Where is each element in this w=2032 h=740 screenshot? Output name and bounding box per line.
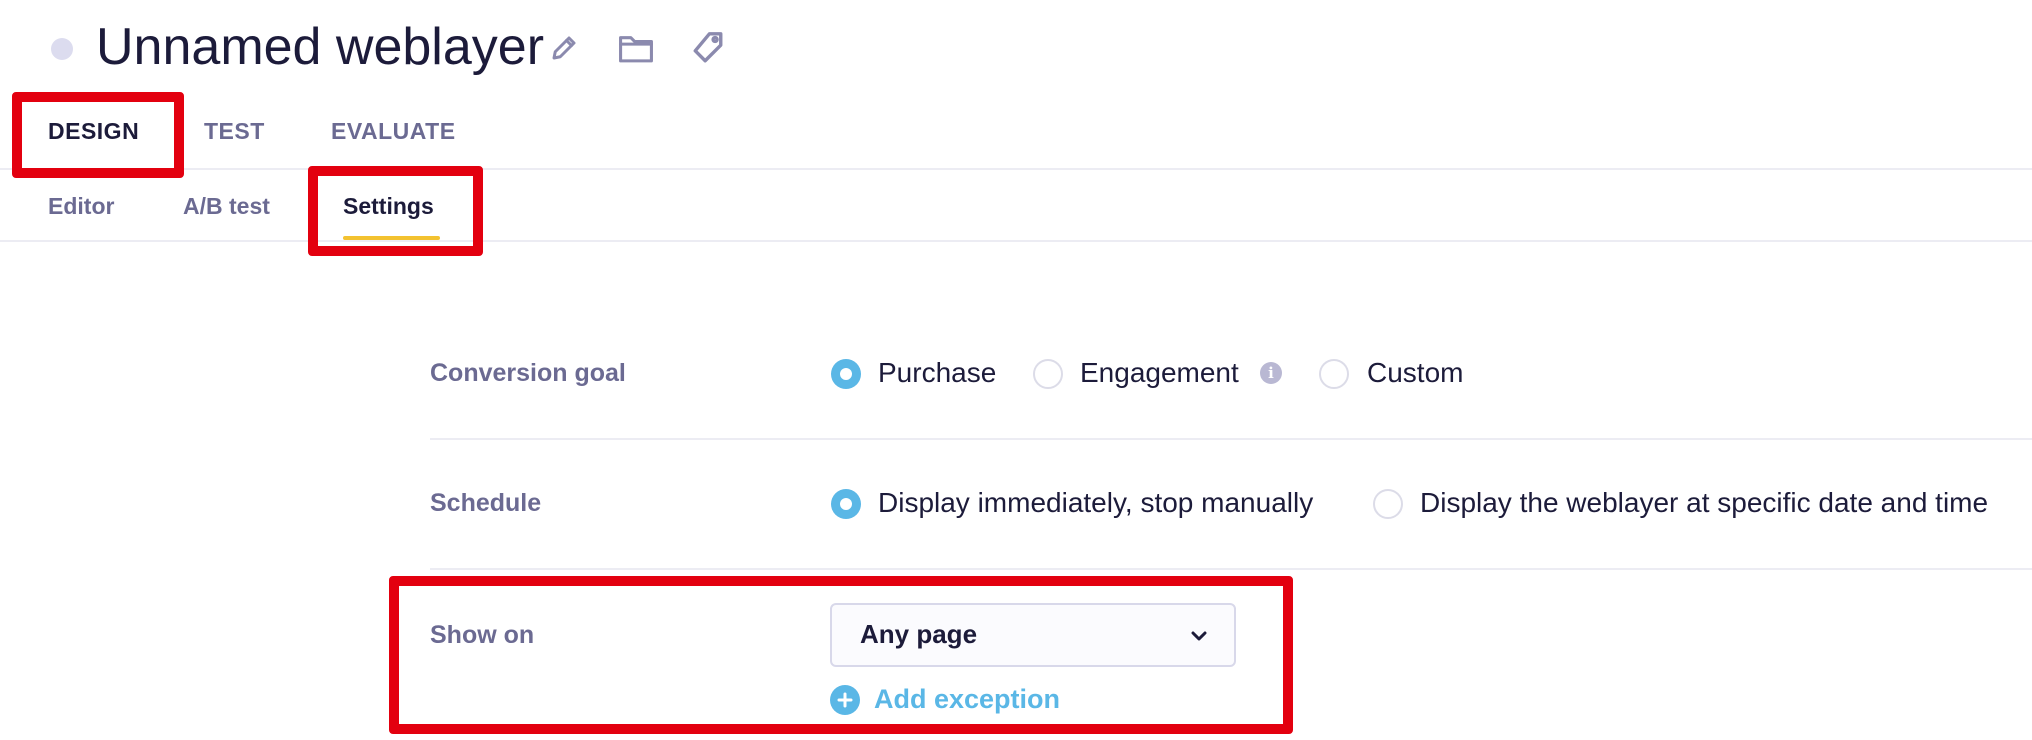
radio-custom[interactable] [1319, 359, 1349, 389]
radio-engagement[interactable] [1033, 359, 1063, 389]
page-title: Unnamed weblayer [96, 18, 545, 76]
tabs-divider [0, 168, 2032, 170]
option-display-immediately-label[interactable]: Display immediately, stop manually [878, 487, 1313, 519]
radio-purchase[interactable] [831, 359, 861, 389]
subtabs-divider [0, 240, 2032, 242]
radio-display-immediately[interactable] [831, 489, 861, 519]
option-purchase-label[interactable]: Purchase [878, 357, 996, 389]
highlight-box-settings-tab [308, 166, 483, 256]
option-custom-label[interactable]: Custom [1367, 357, 1463, 389]
schedule-label: Schedule [430, 489, 542, 517]
status-dot [51, 38, 73, 60]
pencil-icon[interactable] [542, 26, 586, 70]
row-separator [430, 438, 2032, 440]
tab-test[interactable]: TEST [204, 118, 265, 145]
option-specific-date-label[interactable]: Display the weblayer at specific date an… [1420, 487, 1988, 519]
subtab-ab-test[interactable]: A/B test [183, 193, 270, 220]
tag-icon[interactable] [686, 26, 730, 70]
row-separator [430, 568, 2032, 570]
highlight-box-design-tab [12, 92, 184, 178]
subtab-editor[interactable]: Editor [48, 193, 114, 220]
conversion-goal-label: Conversion goal [430, 359, 626, 387]
folder-icon[interactable] [614, 26, 658, 70]
tab-evaluate[interactable]: EVALUATE [331, 118, 456, 145]
option-engagement-label[interactable]: Engagement [1080, 357, 1239, 389]
info-icon[interactable]: i [1260, 362, 1282, 384]
radio-specific-date[interactable] [1373, 489, 1403, 519]
highlight-box-show-on [389, 576, 1293, 734]
